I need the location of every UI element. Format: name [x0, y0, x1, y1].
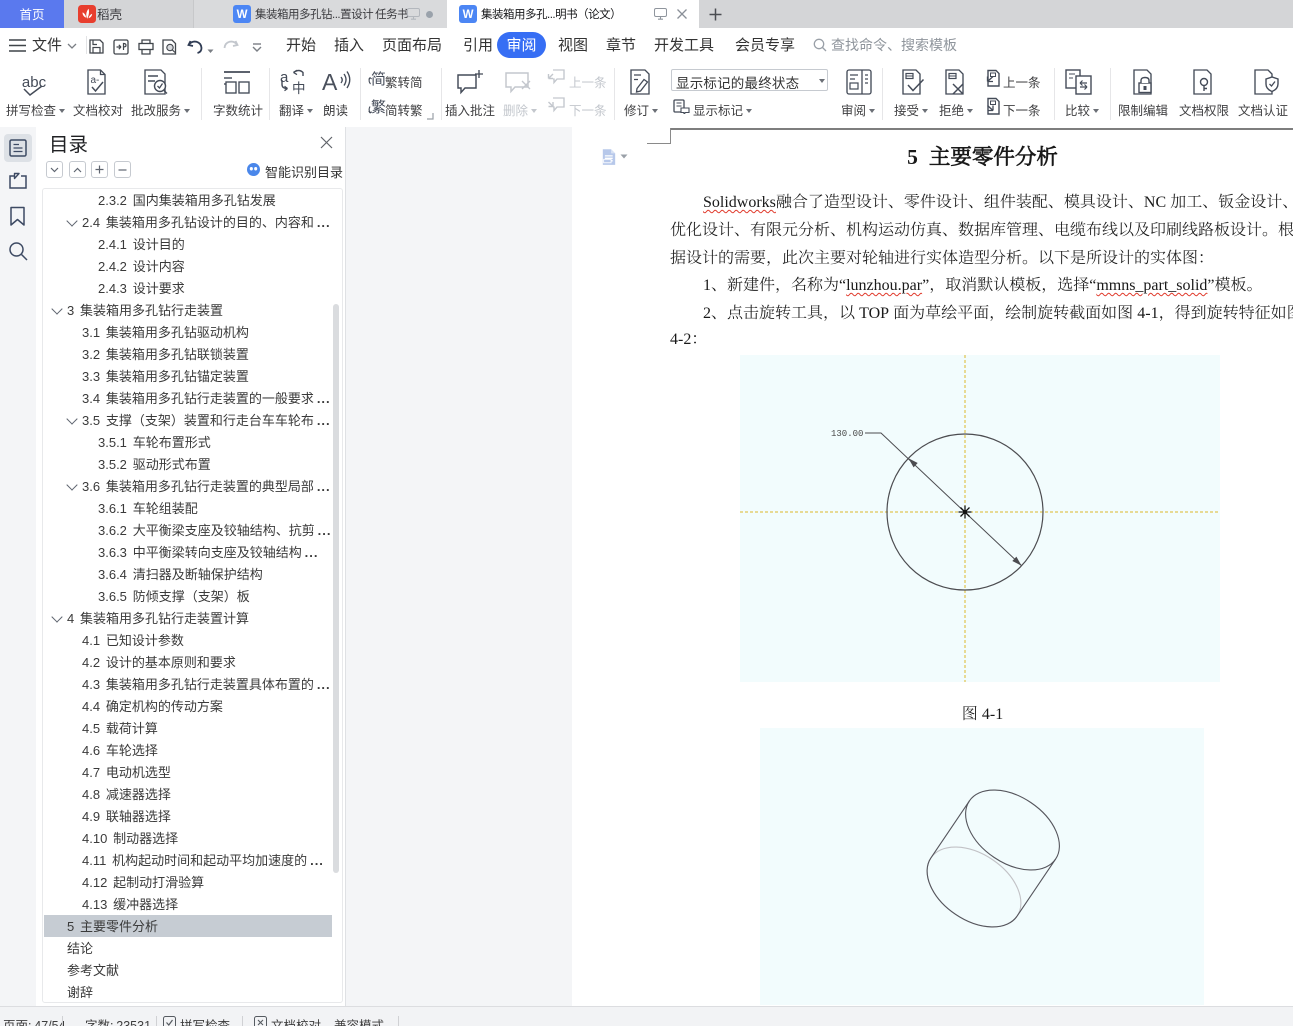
svg-text:中: 中 — [292, 77, 306, 97]
svg-text:繁: 繁 — [371, 96, 386, 116]
svg-text:W: W — [463, 9, 474, 21]
svg-text:W: W — [237, 9, 248, 21]
svg-text:130.00: 130.00 — [831, 429, 863, 439]
svg-text:a-: a- — [91, 75, 100, 86]
svg-text:A: A — [322, 69, 338, 95]
svg-text:简: 简 — [371, 68, 386, 88]
